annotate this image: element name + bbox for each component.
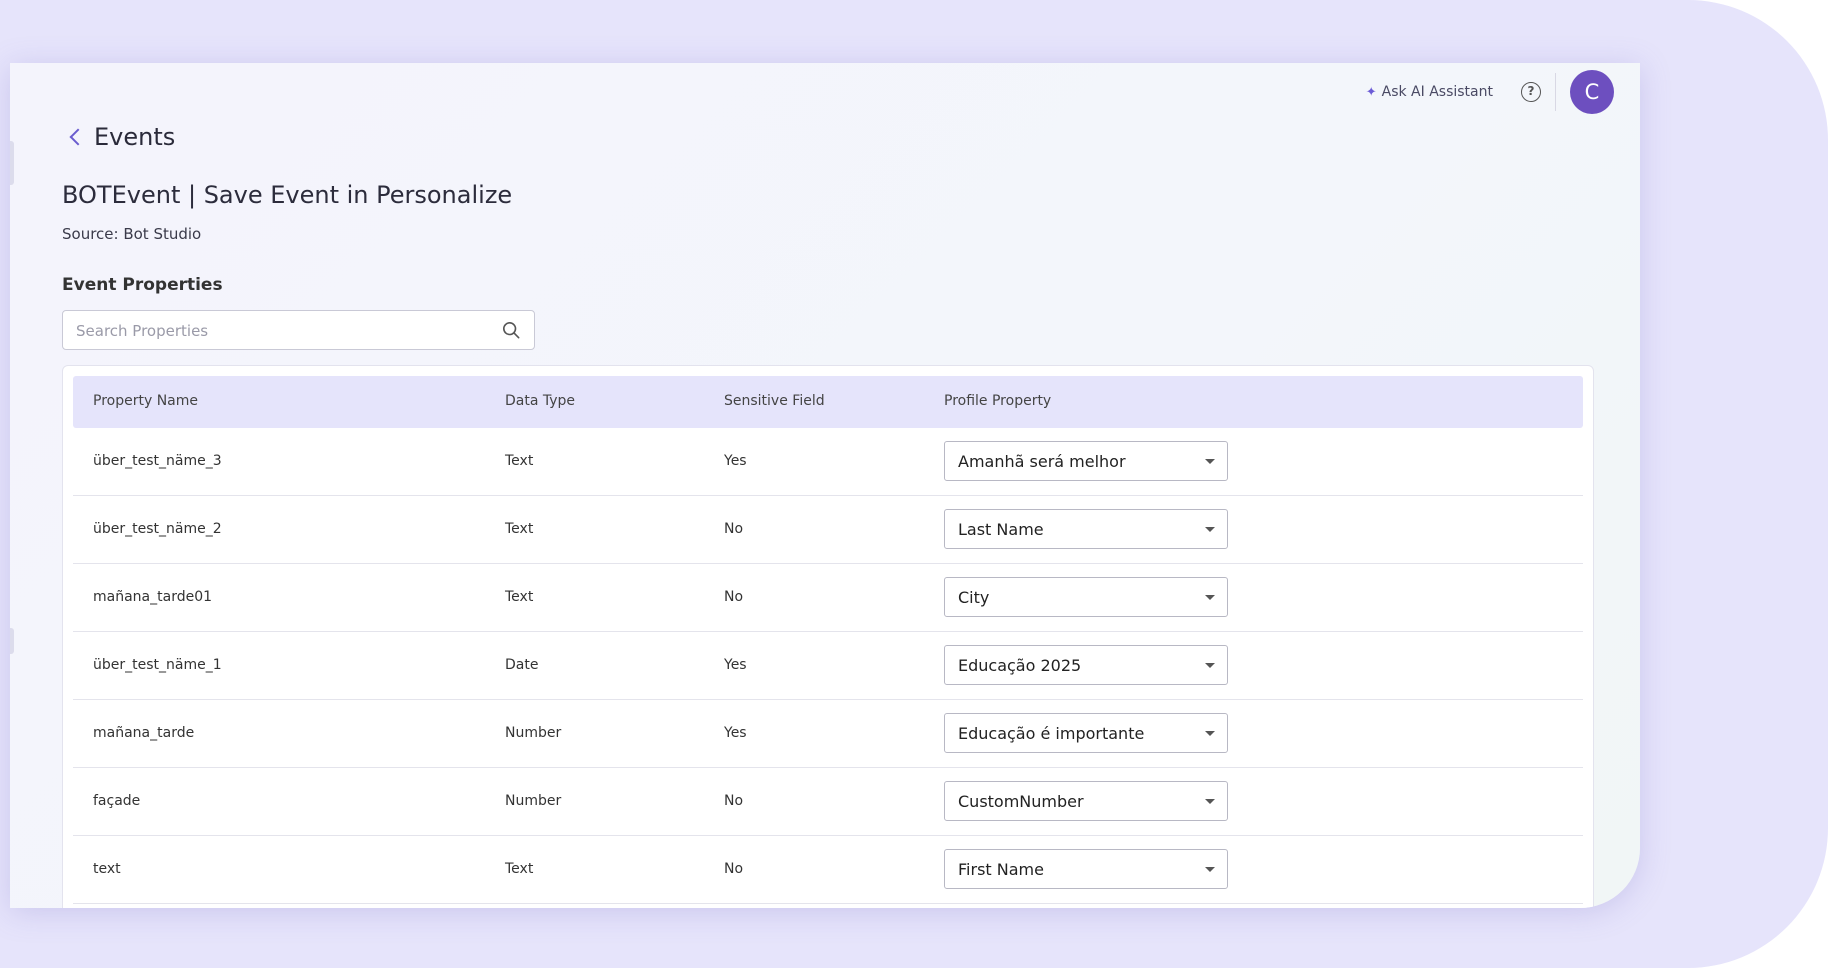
profile-property-select[interactable]: City [944, 577, 1228, 617]
data-type: Number [505, 793, 562, 809]
data-type: Date [505, 657, 539, 673]
sidebar-edge-handle[interactable] [10, 628, 14, 654]
backdrop: ✦ Ask AI Assistant ? C Events BOTEvent |… [0, 0, 1828, 968]
profile-property-value: First Name [958, 860, 1044, 879]
search-icon[interactable] [502, 321, 520, 339]
caret-down-icon [1205, 799, 1215, 804]
data-type: Number [505, 725, 562, 741]
profile-property-value: Amanhã será melhor [958, 452, 1126, 471]
top-bar: ✦ Ask AI Assistant ? C [1366, 69, 1614, 115]
sensitive-field: Yes [724, 725, 747, 741]
profile-property-value: Educação é importante [958, 724, 1145, 743]
property-name: über_test_näme_1 [93, 657, 222, 673]
help-icon[interactable]: ? [1521, 82, 1541, 102]
caret-down-icon [1205, 731, 1215, 736]
table-row: mañana_tarde01 Text No City [73, 564, 1583, 632]
property-name: über_test_näme_2 [93, 521, 222, 537]
chevron-left-icon [69, 128, 87, 146]
search-box [62, 310, 535, 350]
profile-property-value: Last Name [958, 520, 1044, 539]
sensitive-field: No [724, 521, 744, 537]
ask-ai-assistant-button[interactable]: ✦ Ask AI Assistant [1366, 84, 1493, 100]
sensitive-field: No [724, 793, 744, 809]
table-row: über_test_näme_2 Text No Last Name [73, 496, 1583, 564]
table-row: über_test_näme_3 Text Yes Amanhã será me… [73, 428, 1583, 496]
profile-property-select[interactable]: CustomNumber [944, 781, 1228, 821]
property-name: text [93, 861, 121, 877]
column-header-profile-property: Profile Property [944, 393, 1052, 409]
profile-property-select[interactable]: Last Name [944, 509, 1228, 549]
profile-property-select[interactable]: Amanhã será melhor [944, 441, 1228, 481]
caret-down-icon [1205, 527, 1215, 532]
data-type: Text [505, 521, 534, 537]
properties-table: Property Name Data Type Sensitive Field … [62, 365, 1594, 908]
profile-property-value: Educação 2025 [958, 656, 1082, 675]
profile-property-select[interactable]: Educação 2025 [944, 645, 1228, 685]
section-title: Event Properties [62, 275, 223, 295]
caret-down-icon [1205, 867, 1215, 872]
sparkle-icon: ✦ [1365, 84, 1377, 100]
profile-property-value: CustomNumber [958, 792, 1084, 811]
property-name: mañana_tarde01 [93, 589, 213, 605]
column-header-property-name: Property Name [93, 393, 198, 409]
sensitive-field: Yes [724, 453, 747, 469]
property-name: façade [93, 793, 141, 809]
caret-down-icon [1205, 459, 1215, 464]
data-type: Text [505, 453, 534, 469]
table-row: façade Number No CustomNumber [73, 768, 1583, 836]
sidebar-edge-handle[interactable] [10, 141, 14, 185]
table-row: mañana_tarde Number Yes Educação é impor… [73, 700, 1583, 768]
property-name: mañana_tarde [93, 725, 195, 741]
caret-down-icon [1205, 595, 1215, 600]
column-header-sensitive-field: Sensitive Field [724, 393, 825, 409]
divider [1555, 73, 1556, 111]
data-type: Text [505, 589, 534, 605]
ask-ai-assistant-label: Ask AI Assistant [1381, 84, 1493, 100]
sensitive-field: No [724, 589, 744, 605]
property-name: über_test_näme_3 [93, 453, 222, 469]
profile-property-select[interactable]: Educação é importante [944, 713, 1228, 753]
page-title: BOTEvent | Save Event in Personalize [62, 181, 513, 209]
sensitive-field: No [724, 861, 744, 877]
avatar[interactable]: C [1570, 70, 1614, 114]
data-type: Text [505, 861, 534, 877]
event-source: Source: Bot Studio [62, 225, 202, 243]
column-header-data-type: Data Type [505, 393, 576, 409]
table-header: Property Name Data Type Sensitive Field … [73, 376, 1583, 428]
profile-property-select[interactable]: First Name [944, 849, 1228, 889]
sensitive-field: Yes [724, 657, 747, 673]
back-link[interactable]: Events [66, 123, 175, 151]
back-title: Events [94, 123, 176, 151]
table-row: über_test_näme_1 Date Yes Educação 2025 [73, 632, 1583, 700]
app-window: ✦ Ask AI Assistant ? C Events BOTEvent |… [10, 63, 1640, 908]
search-input[interactable] [76, 320, 486, 342]
caret-down-icon [1205, 663, 1215, 668]
table-row: text Text No First Name [73, 836, 1583, 904]
profile-property-value: City [958, 588, 990, 607]
